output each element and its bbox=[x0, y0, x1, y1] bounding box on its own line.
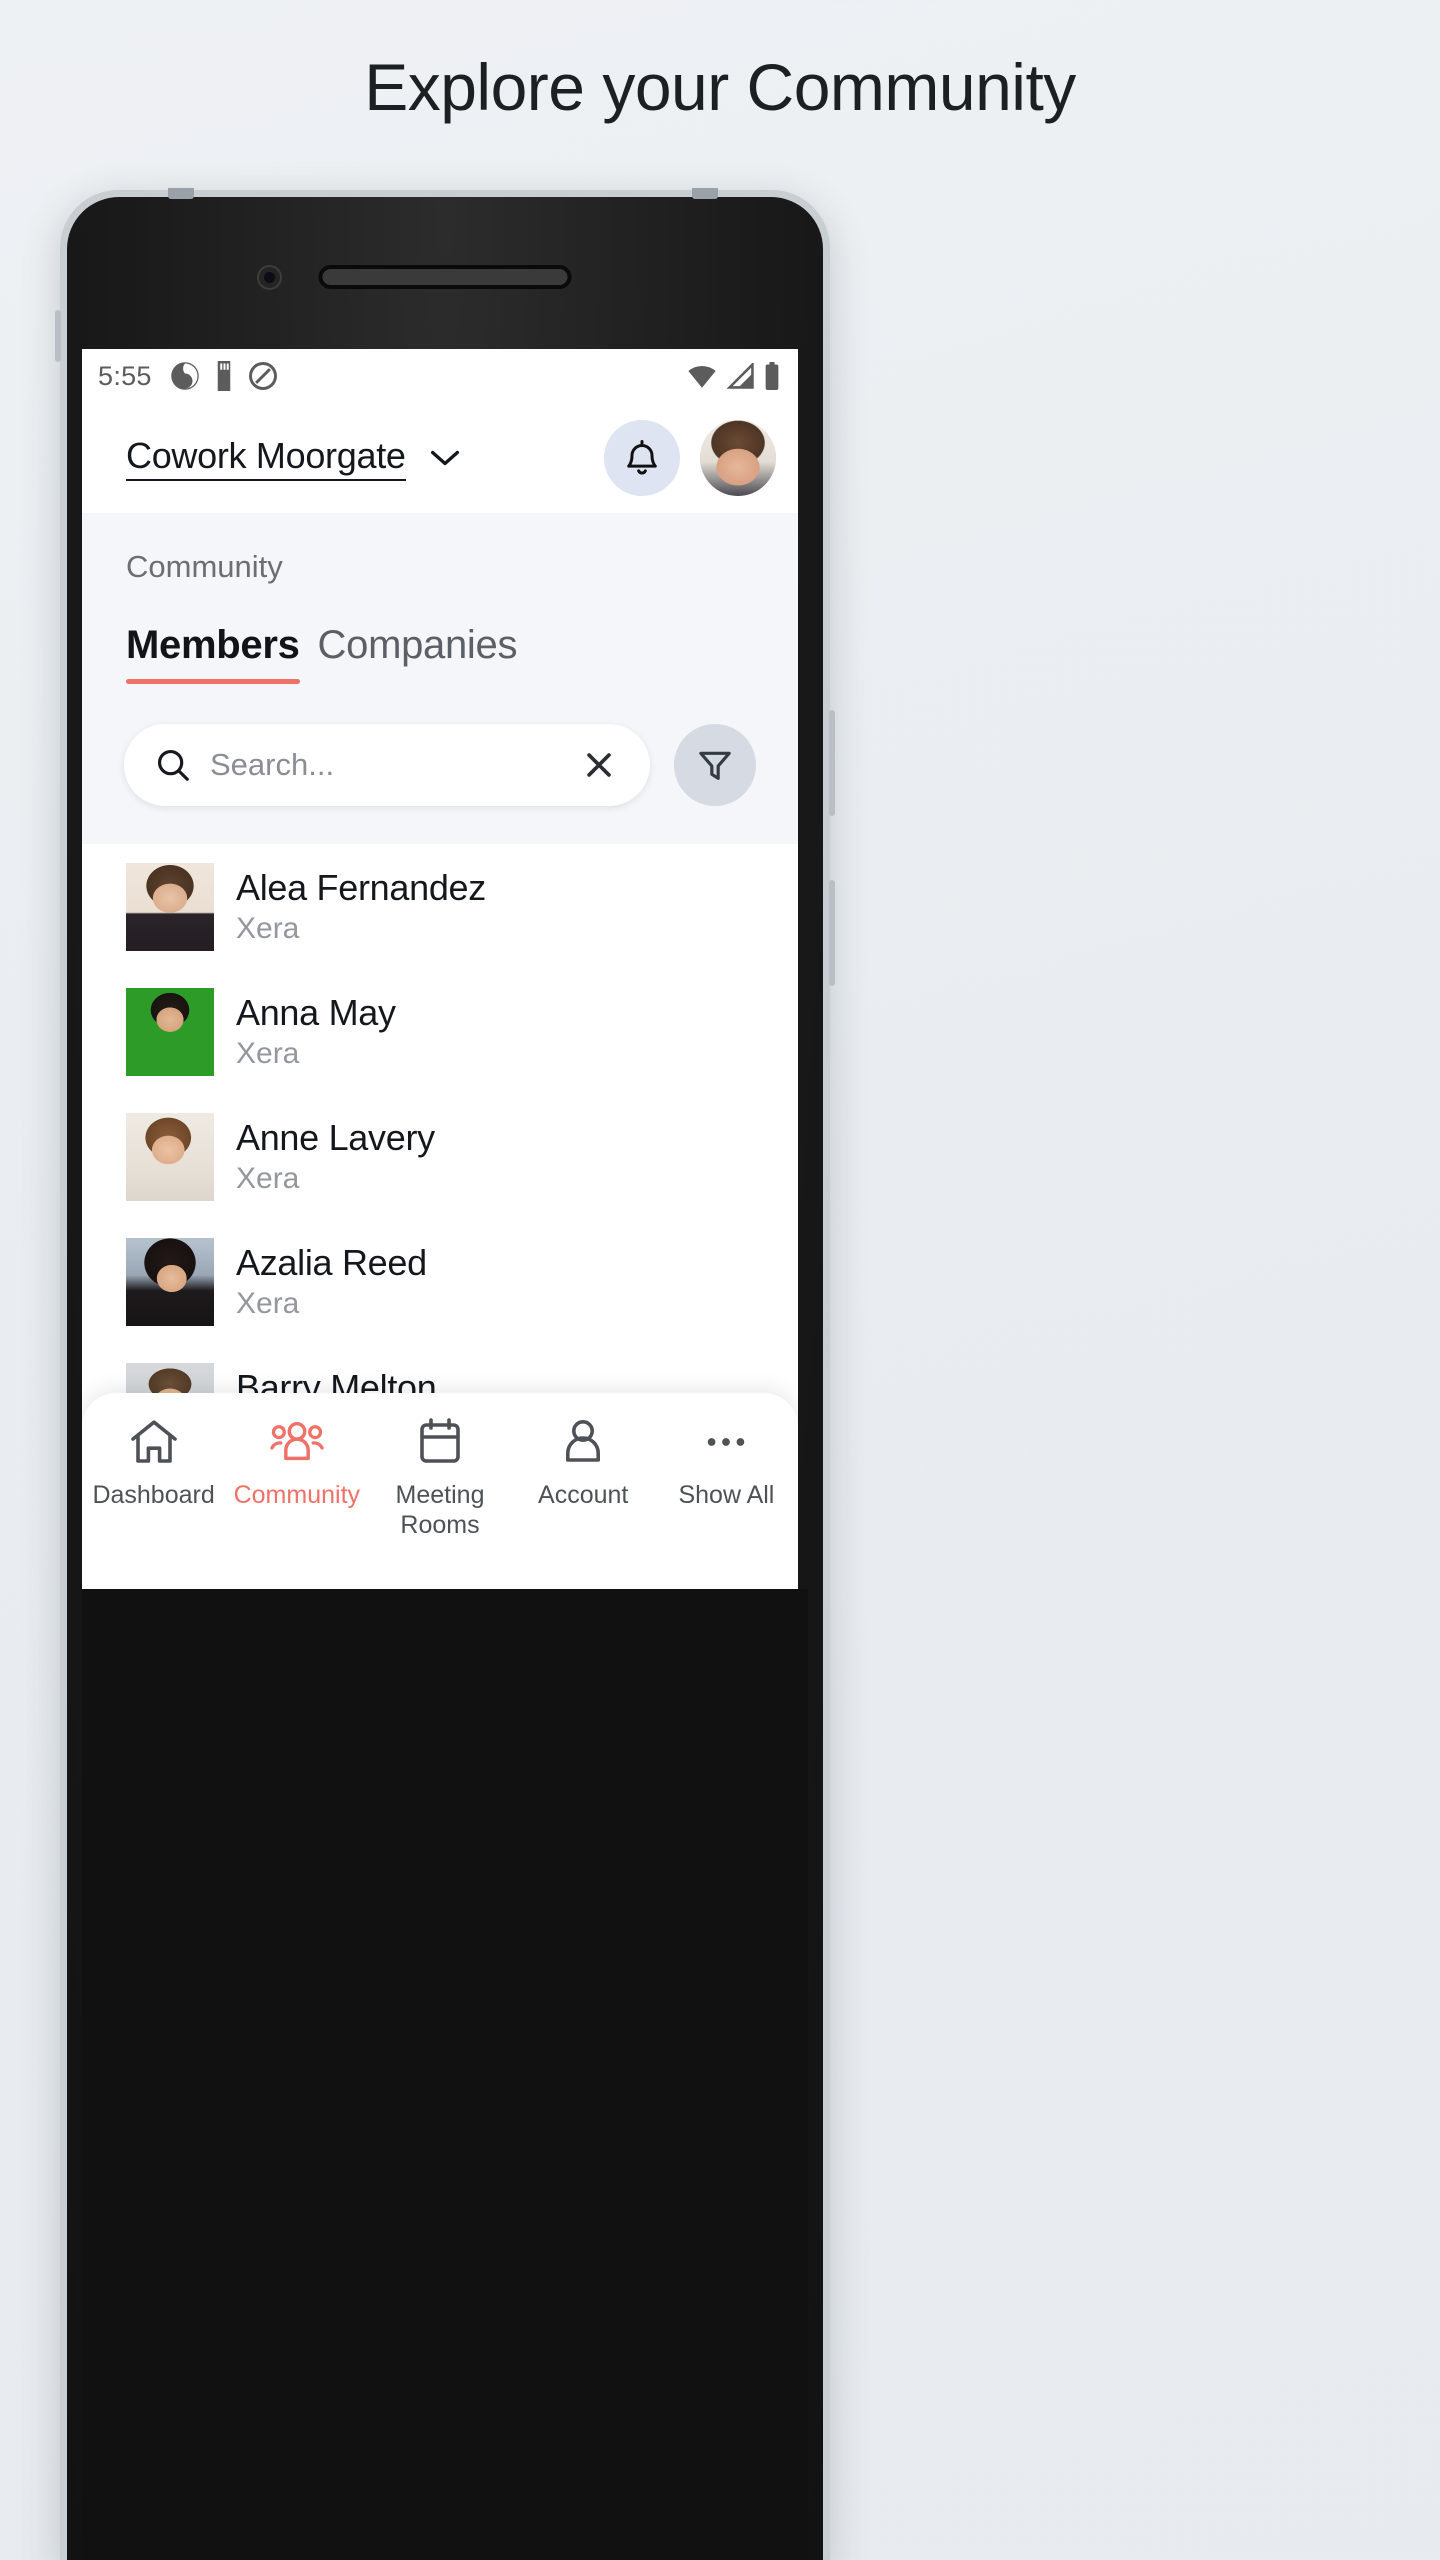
home-icon bbox=[128, 1415, 180, 1469]
phone-volume-up-button bbox=[829, 710, 835, 816]
member-company: Xera bbox=[236, 1161, 300, 1195]
avatar-image bbox=[700, 420, 776, 496]
no-entry-icon bbox=[248, 362, 277, 390]
phone-screen: 5:55 Cowork Moorgate Community Members C… bbox=[82, 349, 798, 1589]
phone-bottom-chin bbox=[82, 1589, 808, 2560]
nav-label: Show All bbox=[678, 1481, 775, 1509]
header-actions bbox=[604, 420, 776, 496]
member-company: Xera bbox=[236, 1036, 300, 1070]
section-label: Community bbox=[126, 549, 283, 584]
nav-item-account[interactable]: Account bbox=[512, 1415, 655, 1511]
community-tabs: Members Companies bbox=[82, 623, 798, 684]
clear-search-button[interactable] bbox=[578, 744, 620, 786]
member-info: Alea Fernandez Xera bbox=[236, 867, 486, 947]
calendar-icon bbox=[416, 1415, 464, 1469]
chevron-down-icon bbox=[430, 450, 459, 466]
search-input[interactable]: Search... bbox=[124, 724, 650, 806]
status-left-icons bbox=[170, 361, 278, 391]
list-item[interactable]: Azalia Reed Xera bbox=[82, 1219, 798, 1344]
phone-mockup: 5:55 Cowork Moorgate Community Members C… bbox=[55, 188, 835, 2560]
page-title: Explore your Community bbox=[364, 50, 1076, 124]
member-name: Azalia Reed bbox=[236, 1241, 427, 1283]
bottom-navigation: Dashboard Community Meeting Rooms Accoun… bbox=[82, 1393, 798, 1589]
battery-icon bbox=[765, 362, 779, 390]
notifications-button[interactable] bbox=[604, 420, 680, 496]
app-badge-icon bbox=[171, 362, 199, 390]
filter-funnel-icon bbox=[699, 751, 731, 780]
member-company: Xera bbox=[236, 1286, 300, 1320]
member-info: Anne Lavery Xera bbox=[236, 1117, 435, 1197]
avatar[interactable] bbox=[700, 420, 776, 496]
tab-companies[interactable]: Companies bbox=[318, 623, 518, 684]
member-photo bbox=[126, 1237, 214, 1326]
org-name-label: Cowork Moorgate bbox=[126, 435, 406, 481]
member-name: Anne Lavery bbox=[236, 1116, 435, 1158]
member-name: Alea Fernandez bbox=[236, 866, 486, 908]
people-group-icon bbox=[270, 1415, 324, 1469]
phone-volume-down-button bbox=[829, 880, 835, 986]
nav-item-meeting-rooms[interactable]: Meeting Rooms bbox=[368, 1415, 511, 1540]
member-info: Azalia Reed Xera bbox=[236, 1242, 427, 1322]
list-item[interactable]: Anna May Xera bbox=[82, 969, 798, 1094]
list-item[interactable]: Alea Fernandez Xera bbox=[82, 844, 798, 969]
member-company: Xera bbox=[236, 911, 300, 945]
list-item[interactable]: Anne Lavery Xera bbox=[82, 1094, 798, 1219]
nav-item-dashboard[interactable]: Dashboard bbox=[82, 1415, 225, 1511]
org-switcher-button[interactable]: Cowork Moorgate bbox=[126, 435, 462, 481]
ellipsis-icon bbox=[701, 1415, 751, 1469]
search-placeholder: Search... bbox=[210, 747, 335, 782]
member-photo bbox=[126, 1112, 214, 1201]
member-name: Anna May bbox=[236, 991, 396, 1033]
nav-item-show-all[interactable]: Show All bbox=[655, 1415, 798, 1511]
wifi-icon bbox=[688, 365, 716, 388]
nav-label: Meeting Rooms bbox=[395, 1481, 485, 1539]
filter-button[interactable] bbox=[674, 724, 756, 806]
nav-label: Account bbox=[538, 1481, 629, 1509]
status-right-icons bbox=[686, 362, 780, 390]
search-row: Search... bbox=[82, 684, 798, 844]
member-photo bbox=[126, 862, 214, 951]
tab-members[interactable]: Members bbox=[126, 623, 300, 684]
search-icon bbox=[157, 749, 189, 781]
member-info: Anna May Xera bbox=[236, 992, 396, 1072]
nav-label: Community bbox=[233, 1481, 361, 1509]
bell-icon bbox=[627, 440, 657, 475]
cellular-signal-icon bbox=[727, 363, 754, 389]
nav-label: Dashboard bbox=[92, 1481, 215, 1509]
status-time: 5:55 bbox=[98, 360, 152, 391]
person-icon bbox=[559, 1415, 607, 1469]
nav-item-community[interactable]: Community bbox=[225, 1415, 368, 1511]
member-photo bbox=[126, 987, 214, 1076]
app-header: Cowork Moorgate bbox=[82, 403, 798, 513]
earpiece-speaker bbox=[322, 269, 568, 285]
sd-card-icon bbox=[217, 361, 230, 391]
phone-side-button-left bbox=[55, 310, 61, 362]
phone-top-nub-left bbox=[168, 188, 194, 199]
community-header: Community Members Companies Search... bbox=[82, 513, 798, 844]
phone-top-nub-right bbox=[692, 188, 718, 199]
close-icon bbox=[587, 753, 611, 777]
status-bar: 5:55 bbox=[82, 349, 798, 403]
front-camera-icon bbox=[257, 265, 282, 290]
